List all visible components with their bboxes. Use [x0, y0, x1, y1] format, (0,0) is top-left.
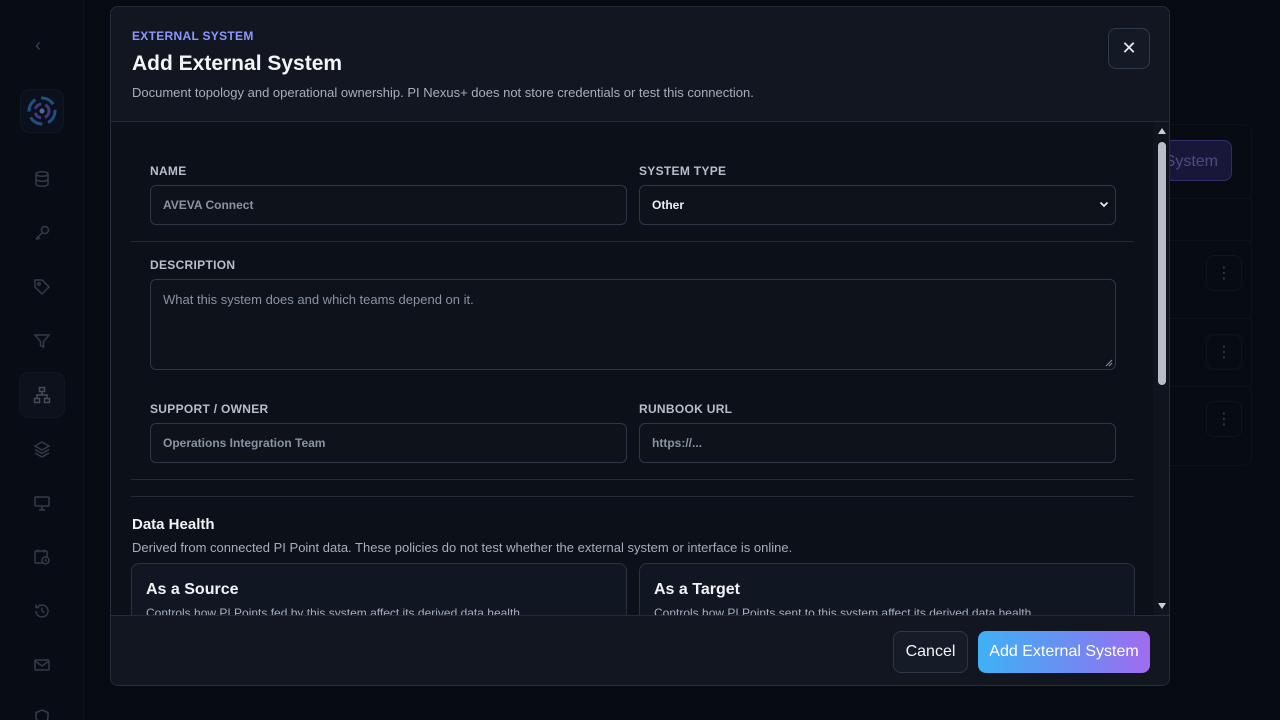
- owner-label: SUPPORT / OWNER: [150, 402, 269, 416]
- runbook-url-placeholder: https://...: [652, 436, 702, 450]
- owner-input-placeholder: Operations Integration Team: [163, 436, 326, 450]
- name-input[interactable]: AVEVA Connect: [150, 185, 627, 225]
- description-placeholder: What this system does and which teams de…: [163, 292, 474, 307]
- system-type-select[interactable]: Other: [639, 185, 1116, 225]
- add-external-system-dialog: EXTERNAL SYSTEM Add External System Docu…: [110, 6, 1170, 686]
- dialog-eyebrow: EXTERNAL SYSTEM: [132, 29, 254, 43]
- add-external-system-button[interactable]: Add External System: [978, 631, 1150, 673]
- dialog-body: NAME AVEVA Connect SYSTEM TYPE Other DES…: [111, 122, 1153, 615]
- resize-grip-icon[interactable]: [1105, 359, 1113, 367]
- name-input-placeholder: AVEVA Connect: [163, 198, 254, 212]
- name-label: NAME: [150, 164, 187, 178]
- owner-input[interactable]: Operations Integration Team: [150, 423, 627, 463]
- cancel-button[interactable]: Cancel: [893, 631, 968, 673]
- dialog-title: Add External System: [132, 52, 343, 75]
- target-policy-card[interactable]: As a Target Controls how PI Points sent …: [639, 563, 1135, 615]
- scroll-down-arrow-icon[interactable]: [1158, 603, 1166, 609]
- dialog-footer: Cancel Add External System: [111, 615, 1169, 685]
- description-label: DESCRIPTION: [150, 258, 236, 272]
- scroll-up-arrow-icon[interactable]: [1158, 128, 1166, 134]
- section-divider: [131, 496, 1134, 497]
- card-description: Controls how PI Points fed by this syste…: [146, 606, 524, 615]
- data-health-title: Data Health: [132, 516, 215, 533]
- card-title: As a Source: [146, 581, 239, 598]
- card-description: Controls how PI Points sent to this syst…: [654, 606, 1035, 615]
- close-icon: ✕: [1121, 38, 1137, 58]
- runbook-url-input[interactable]: https://...: [639, 423, 1116, 463]
- system-type-label: SYSTEM TYPE: [639, 164, 727, 178]
- card-title: As a Target: [654, 581, 740, 598]
- data-health-subtitle: Derived from connected PI Point data. Th…: [132, 540, 793, 555]
- source-policy-card[interactable]: As a Source Controls how PI Points fed b…: [131, 563, 627, 615]
- system-type-value: Other: [652, 198, 685, 212]
- chevron-down-icon: [1099, 186, 1109, 240]
- description-textarea[interactable]: What this system does and which teams de…: [150, 279, 1116, 370]
- runbook-url-label: RUNBOOK URL: [639, 402, 733, 416]
- form-divider: [131, 479, 1134, 480]
- scroll-thumb[interactable]: [1158, 142, 1166, 385]
- dialog-scrollbar[interactable]: [1153, 122, 1169, 615]
- close-button[interactable]: ✕: [1108, 28, 1150, 69]
- dialog-header: EXTERNAL SYSTEM Add External System Docu…: [111, 7, 1169, 122]
- dialog-subtitle: Document topology and operational owners…: [132, 85, 754, 100]
- form-divider: [131, 241, 1134, 242]
